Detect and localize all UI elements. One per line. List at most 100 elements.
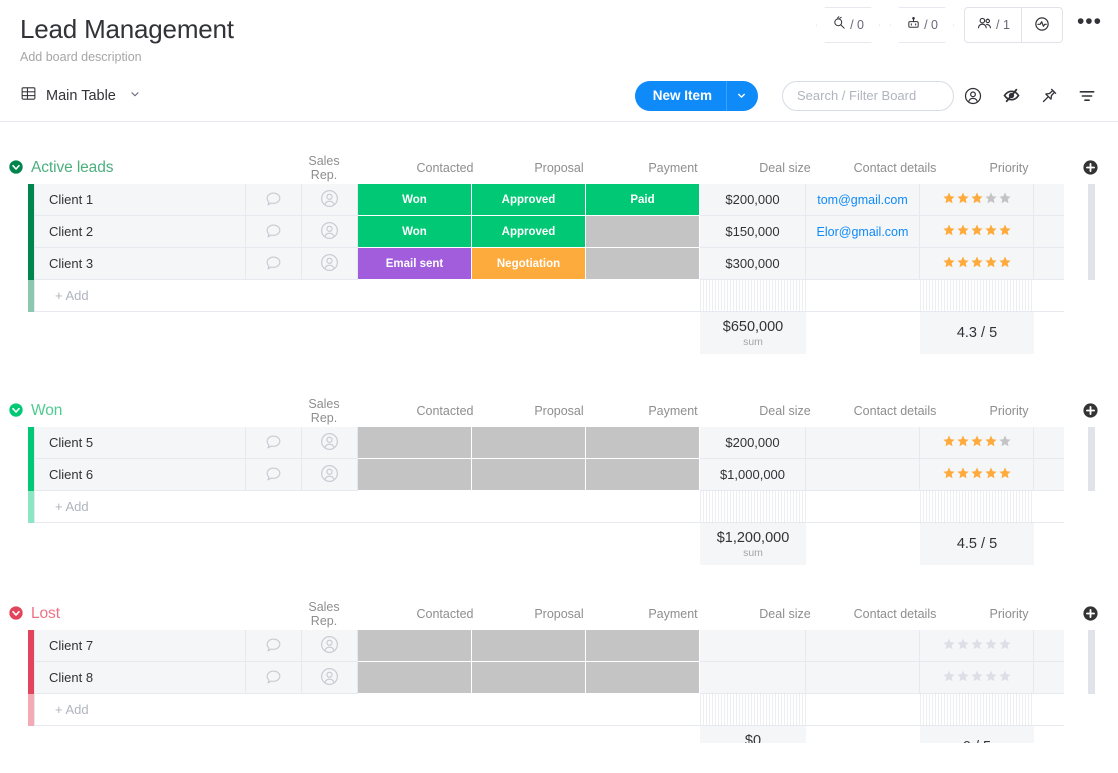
add-item-button[interactable]: + Add — [34, 694, 700, 726]
priority-stars[interactable] — [942, 434, 1012, 452]
board-members-button[interactable]: / 1 — [965, 8, 1021, 42]
hide-eye-icon[interactable] — [992, 81, 1030, 111]
cell-sales-rep[interactable] — [302, 248, 358, 280]
priority-stars[interactable] — [942, 223, 1012, 241]
cell-deal-size[interactable]: $200,000 — [700, 184, 806, 216]
cell-item-name[interactable]: Client 7 — [34, 630, 246, 662]
cell-priority[interactable] — [920, 427, 1034, 459]
cell-sales-rep[interactable] — [302, 216, 358, 248]
cell-contact-details[interactable] — [806, 662, 920, 694]
board-description[interactable]: Add board description — [20, 50, 1118, 64]
horizontal-scroll-strip[interactable] — [1088, 630, 1095, 694]
add-item-button[interactable]: + Add — [34, 280, 700, 312]
summary-priority[interactable]: 4.3 / 5 — [920, 312, 1034, 354]
cell-item-name[interactable]: Client 1 — [34, 184, 246, 216]
chevron-down-icon[interactable] — [129, 88, 141, 103]
priority-stars[interactable] — [942, 669, 1012, 687]
cell-updates[interactable] — [246, 248, 302, 280]
activity-log-pill[interactable]: / 0 — [816, 7, 880, 43]
table-row[interactable]: Client 7 — [28, 630, 1118, 662]
cell-priority[interactable] — [920, 459, 1034, 491]
cell-priority[interactable] — [920, 662, 1034, 694]
new-item-button[interactable]: New Item — [635, 81, 758, 111]
cell-status-contacted[interactable] — [358, 662, 472, 694]
collapse-group-icon[interactable] — [8, 159, 26, 177]
cell-status-payment[interactable] — [586, 662, 700, 694]
integrations-button[interactable] — [1021, 8, 1062, 42]
cell-status-payment[interactable] — [586, 216, 700, 248]
cell-item-name[interactable]: Client 2 — [34, 216, 246, 248]
cell-status-proposal[interactable] — [472, 630, 586, 662]
cell-status-contacted[interactable] — [358, 427, 472, 459]
cell-item-name[interactable]: Client 3 — [34, 248, 246, 280]
table-row[interactable]: Client 3 Email sentNegotiation $300,000 — [28, 248, 1118, 280]
add-item-row[interactable]: + Add — [0, 694, 1118, 726]
cell-deal-size[interactable]: $150,000 — [700, 216, 806, 248]
cell-contact-details[interactable]: Elor@gmail.com — [806, 216, 920, 248]
cell-status-payment[interactable] — [586, 459, 700, 491]
cell-status-proposal[interactable]: Approved — [472, 216, 586, 248]
cell-status-payment[interactable] — [586, 427, 700, 459]
search-box[interactable] — [782, 81, 954, 111]
cell-sales-rep[interactable] — [302, 662, 358, 694]
add-item-row[interactable]: + Add — [0, 280, 1118, 312]
cell-contact-details[interactable] — [806, 459, 920, 491]
cell-updates[interactable] — [246, 427, 302, 459]
table-row[interactable]: Client 2 WonApproved $150,000Elor@gmail.co… — [28, 216, 1118, 248]
cell-deal-size[interactable] — [700, 630, 806, 662]
add-item-row[interactable]: + Add — [0, 491, 1118, 523]
cell-status-contacted[interactable]: Email sent — [358, 248, 472, 280]
new-item-dropdown-chevron[interactable] — [726, 81, 758, 111]
summary-deal-size[interactable]: $1,200,000sum — [700, 523, 806, 565]
add-item-button[interactable]: + Add — [34, 491, 700, 523]
cell-contact-details[interactable] — [806, 630, 920, 662]
summary-priority[interactable]: 0 / 5 — [920, 726, 1034, 743]
cell-priority[interactable] — [920, 216, 1034, 248]
cell-sales-rep[interactable] — [302, 427, 358, 459]
cell-contact-details[interactable] — [806, 427, 920, 459]
cell-updates[interactable] — [246, 459, 302, 491]
cell-deal-size[interactable]: $200,000 — [700, 427, 806, 459]
cell-sales-rep[interactable] — [302, 630, 358, 662]
cell-contact-details[interactable] — [806, 248, 920, 280]
cell-deal-size[interactable]: $300,000 — [700, 248, 806, 280]
priority-stars[interactable] — [942, 637, 1012, 655]
cell-status-contacted[interactable] — [358, 459, 472, 491]
pin-icon[interactable] — [1030, 81, 1068, 111]
cell-status-contacted[interactable]: Won — [358, 216, 472, 248]
horizontal-scroll-strip[interactable] — [1088, 427, 1095, 491]
cell-updates[interactable] — [246, 184, 302, 216]
table-row[interactable]: Client 6 $1,000,000 — [28, 459, 1118, 491]
cell-status-payment[interactable]: Paid — [586, 184, 700, 216]
automations-pill[interactable]: / 0 — [890, 7, 954, 43]
cell-contact-details[interactable]: tom@gmail.com — [806, 184, 920, 216]
cell-item-name[interactable]: Client 8 — [34, 662, 246, 694]
cell-priority[interactable] — [920, 248, 1034, 280]
cell-updates[interactable] — [246, 662, 302, 694]
cell-updates[interactable] — [246, 216, 302, 248]
cell-status-contacted[interactable]: Won — [358, 184, 472, 216]
priority-stars[interactable] — [942, 255, 1012, 273]
cell-deal-size[interactable] — [700, 662, 806, 694]
table-row[interactable]: Client 5$200,000 — [28, 427, 1118, 459]
cell-status-proposal[interactable]: Approved — [472, 184, 586, 216]
person-filter-icon[interactable] — [954, 81, 992, 111]
cell-status-proposal[interactable]: Negotiation — [472, 248, 586, 280]
horizontal-scroll-strip[interactable] — [1088, 184, 1095, 280]
search-input[interactable] — [797, 88, 939, 103]
group-title[interactable]: Won — [31, 402, 62, 420]
filter-icon[interactable] — [1068, 81, 1106, 111]
cell-item-name[interactable]: Client 6 — [34, 459, 246, 491]
group-title[interactable]: Active leads — [31, 159, 113, 177]
cell-status-contacted[interactable] — [358, 630, 472, 662]
cell-deal-size[interactable]: $1,000,000 — [700, 459, 806, 491]
collapse-group-icon[interactable] — [8, 402, 26, 420]
cell-status-payment[interactable] — [586, 630, 700, 662]
priority-stars[interactable] — [942, 466, 1012, 484]
table-row[interactable]: Client 1 WonApprovedPaid$200,000tom@gmail… — [28, 184, 1118, 216]
group-title[interactable]: Lost — [31, 605, 60, 623]
board-menu-button[interactable]: ••• — [1073, 17, 1106, 33]
cell-status-proposal[interactable] — [472, 459, 586, 491]
summary-deal-size[interactable]: $650,000sum — [700, 312, 806, 354]
cell-updates[interactable] — [246, 630, 302, 662]
